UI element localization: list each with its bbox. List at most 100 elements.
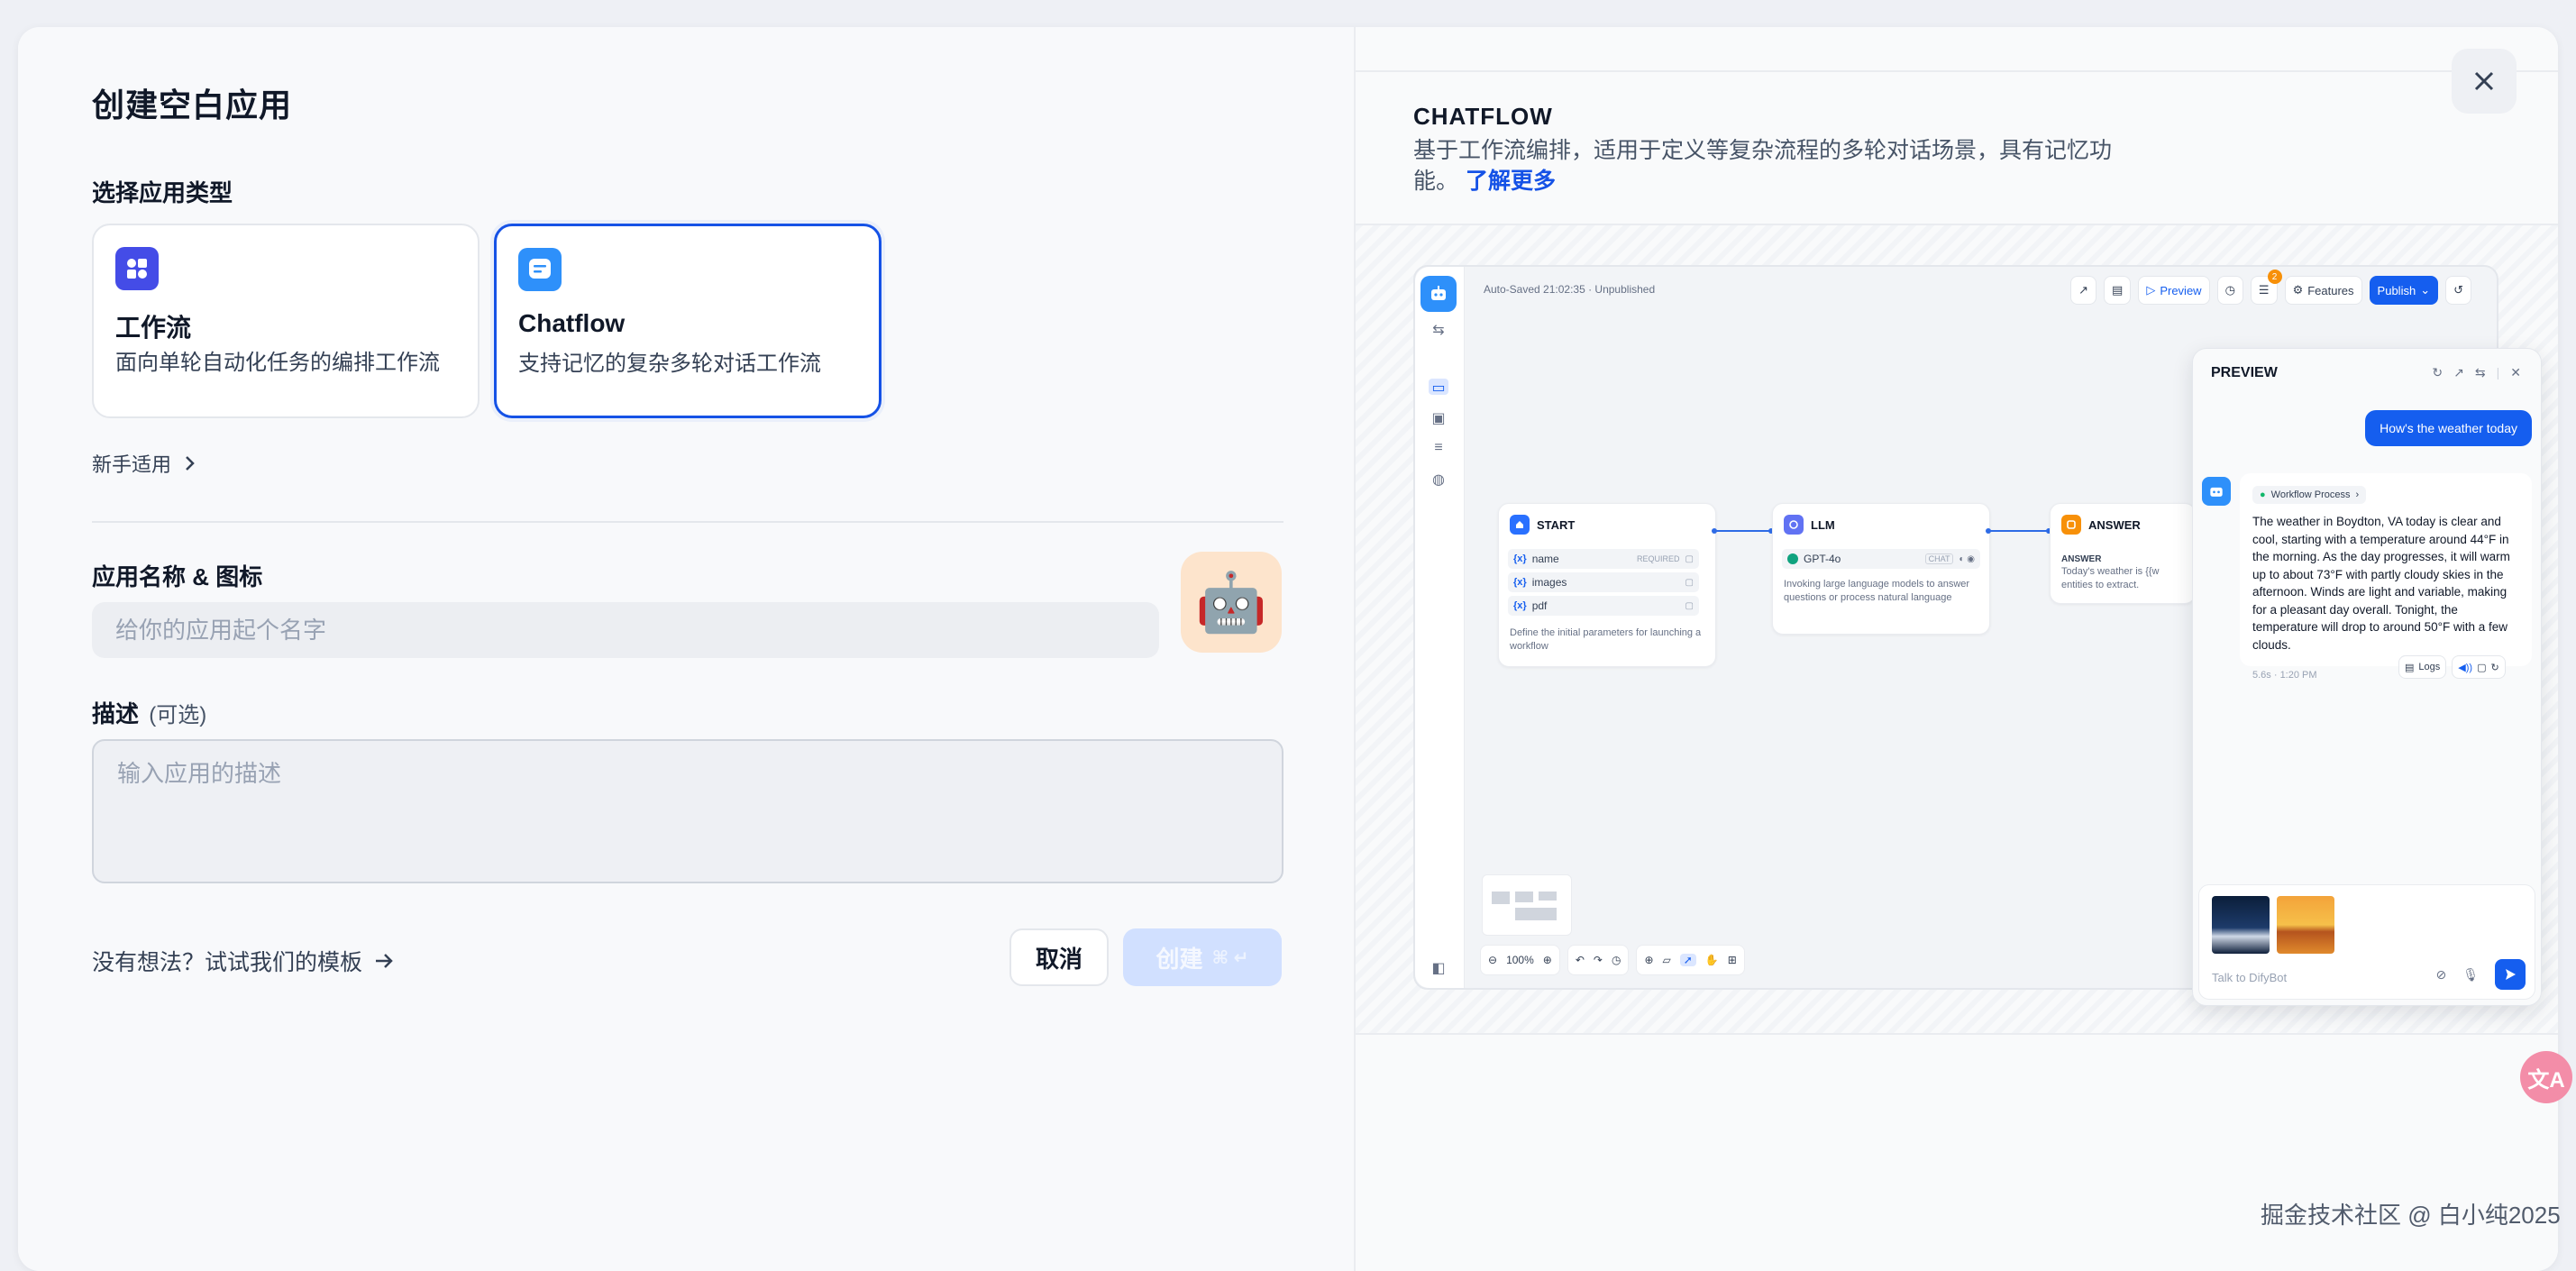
message-tools: ◀)) ▢ ↻ — [2452, 655, 2506, 679]
preview-type-desc: 基于工作流编排，适用于定义等复杂流程的多轮对话场景，具有记忆功能。 了解更多 — [1413, 135, 2116, 197]
chat-input-box: Talk to DifyBot ⊘ 🎙 — [2198, 884, 2535, 1000]
create-button[interactable]: 创建 ⌘ ↵ — [1123, 928, 1282, 986]
app-icon-picker[interactable]: 🤖 — [1181, 552, 1282, 653]
var-row: {x} pdf ▢ — [1508, 596, 1699, 616]
beginner-link-label: 新手适用 — [92, 453, 172, 476]
logs-label: Logs — [2418, 662, 2441, 672]
send-icon — [2495, 959, 2526, 990]
message-actions: ▤ Logs ◀)) ▢ ↻ — [2398, 655, 2506, 679]
hand-icon: ✋ — [1704, 954, 1719, 966]
card-name: 工作流 — [115, 314, 192, 342]
features-button: ⚙ Features — [2284, 276, 2362, 305]
app-type-label: 选择应用类型 — [92, 179, 233, 206]
translate-icon[interactable]: 文A — [2520, 1051, 2572, 1103]
name-icon-label: 应用名称 & 图标 — [92, 563, 263, 590]
swap-icon: ⇆ — [2474, 365, 2486, 379]
var-row: {x} images ▢ — [1508, 572, 1699, 592]
app-name-input[interactable] — [92, 602, 1159, 658]
answer-text-line: entities to extract. — [2061, 580, 2140, 590]
start-node-header: START — [1510, 515, 1575, 535]
workflow-toolbar: ↗ ▤ ▷ Preview ◷ ☰ 2 ⚙ Features Publish ⌄ ↺ — [2070, 270, 2471, 305]
globe-icon: ◍ — [1432, 472, 1445, 488]
card-desc: 支持记忆的复杂多轮对话工作流 — [518, 352, 821, 376]
logs-icon: ▤ — [2405, 662, 2415, 673]
doc-icon: ≡ — [1434, 440, 1443, 455]
beginner-link[interactable]: 新手适用 — [92, 449, 196, 478]
minimap-block — [1515, 892, 1533, 902]
variable-icon: {x} — [1513, 577, 1527, 588]
learn-more-link[interactable]: 了解更多 — [1466, 169, 1556, 194]
node-desc: Invoking large language models to answer… — [1784, 579, 1970, 603]
zoom-level: 100% — [1506, 954, 1534, 966]
create-app-dialog: 创建空白应用 选择应用类型 工作流 面向单轮自动化任务的编排工作流 Chatfl… — [18, 27, 2558, 1271]
edge-dot — [1986, 528, 1991, 534]
openai-icon — [1787, 553, 1798, 564]
preview-title: PREVIEW — [2211, 365, 2278, 380]
history-icon: ◷ — [1611, 954, 1621, 966]
terminal-icon: ▣ — [1431, 411, 1446, 426]
bot-message-text: The weather in Boydton, VA today is clea… — [2252, 515, 2510, 652]
zoom-controls: ⊖ 100% ⊕ — [1480, 945, 1560, 975]
chat-input-icons: ⊘ 🎙 — [2435, 967, 2479, 983]
preview-pane: CHATFLOW 基于工作流编排，适用于定义等复杂流程的多轮对话场景，具有记忆功… — [1354, 27, 2558, 1271]
canvas-tools: ⊖ 100% ⊕ ↶ ↷ ◷ ⊕ ▱ ➚ ✋ ⊞ — [1480, 945, 1745, 975]
edge — [1988, 530, 2050, 532]
difybot-logo-icon — [1420, 276, 1457, 312]
redo-icon: ↷ — [1593, 954, 1603, 966]
description-label: 描述 (可选) — [92, 696, 206, 729]
canvas-icon: ▭ — [1429, 379, 1448, 396]
chevron-right-icon: › — [2355, 489, 2360, 500]
model-name: GPT-4o — [1804, 553, 1841, 565]
description-textarea[interactable] — [92, 739, 1283, 883]
app-type-card-chatflow[interactable]: Chatflow 支持记忆的复杂多轮对话工作流 — [494, 224, 882, 418]
sidebar-toggle-icon: ◧ — [1431, 961, 1446, 976]
arrow-right-icon — [376, 954, 393, 968]
image-thumbnail — [2212, 896, 2270, 954]
dialog-title: 创建空白应用 — [92, 87, 293, 123]
chevron-down-icon: ⌄ — [2420, 283, 2431, 297]
close-button[interactable] — [2452, 49, 2517, 114]
publish-label: Publish — [2377, 283, 2416, 297]
optional-tag: (可选) — [149, 703, 207, 727]
preview-header-icons: ↻ ↗ ⇆ | ✕ — [2432, 365, 2521, 379]
cancel-button[interactable]: 取消 — [1009, 928, 1109, 986]
llm-node: LLM GPT-4o CHAT ◐ ◉ Invoking large languag… — [1772, 503, 1990, 635]
chat-preview-panel: PREVIEW ↻ ↗ ⇆ | ✕ How's the weather today ● W… — [2192, 348, 2542, 1006]
template-link-label: 没有想法？试试我们的模板 — [92, 950, 363, 975]
process-label: Workflow Process — [2270, 489, 2351, 500]
home-icon — [1510, 515, 1530, 535]
start-node: START {x} name REQUIRED ▢ {x} images ▢ {x} pdf… — [1498, 503, 1716, 667]
answer-node: ANSWER ANSWER Today's weather is {{w enti… — [2050, 503, 2196, 604]
restore-icon: ↺ — [2445, 276, 2471, 305]
var-name: pdf — [1531, 599, 1548, 612]
answer-text: Today's weather is {{w entities to extrac… — [2061, 565, 2188, 592]
copy-icon: ▢ — [2477, 662, 2487, 673]
refresh-icon: ↻ — [2432, 365, 2444, 379]
regenerate-icon: ↻ — [2490, 662, 2499, 673]
chatflow-icon — [518, 248, 562, 291]
var-name: name — [1531, 553, 1559, 565]
var-name: images — [1531, 576, 1567, 589]
var-row: {x} name REQUIRED ▢ — [1508, 549, 1699, 569]
minimap-block — [1492, 892, 1510, 904]
watermark: 掘金技术社区 @ 白小纯2025 — [2261, 1202, 2561, 1229]
chat-input-placeholder: Talk to DifyBot — [2212, 971, 2288, 984]
history-icon: ◷ — [2216, 276, 2243, 305]
workflow-sidebar: ⇆ ▭ ▣ ≡ ◍ ◧ — [1415, 267, 1465, 988]
answer-text-line: Today's weather is {{w — [2061, 566, 2160, 577]
answer-title: ANSWER — [2088, 517, 2141, 532]
preview-type-title: CHATFLOW — [1413, 103, 1553, 130]
variable-icon: {x} — [1513, 600, 1527, 611]
layout-icon: ▤ — [2104, 276, 2132, 305]
note-icon: ▱ — [1662, 954, 1671, 966]
template-link[interactable]: 没有想法？试试我们的模板 — [92, 945, 395, 977]
card-name: Chatflow — [518, 309, 626, 337]
answer-icon — [2061, 515, 2081, 535]
app-type-card-workflow[interactable]: 工作流 面向单轮自动化任务的编排工作流 — [92, 224, 480, 418]
description-label-text: 描述 — [92, 700, 140, 727]
mode-tag: CHAT — [1924, 553, 1954, 564]
logs-button: ▤ Logs — [2398, 655, 2447, 679]
layout-icon: ⊞ — [1727, 954, 1737, 966]
divider — [92, 521, 1283, 523]
workflow-process-chip: ● Workflow Process › — [2252, 486, 2367, 504]
